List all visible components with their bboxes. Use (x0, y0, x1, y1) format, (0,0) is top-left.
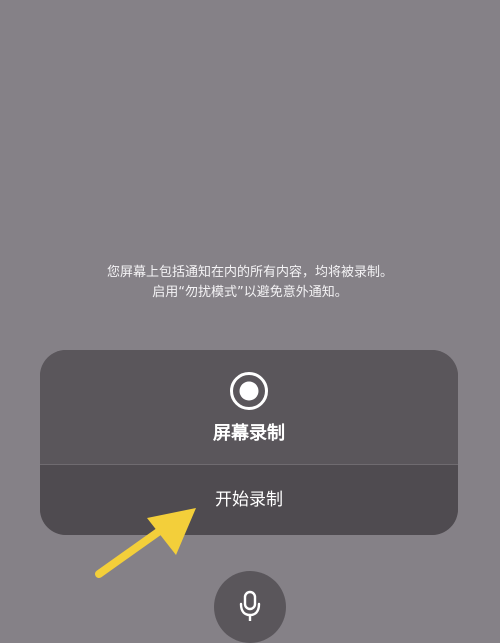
screen-recording-panel: 屏幕录制 开始录制 (40, 350, 458, 535)
recording-notice: 您屏幕上包括通知在内的所有内容，均将被录制。 启用“勿扰模式”以避免意外通知。 (0, 263, 500, 303)
start-recording-button[interactable]: 开始录制 (40, 465, 458, 535)
microphone-icon (239, 590, 261, 621)
record-icon (230, 372, 268, 410)
start-recording-label: 开始录制 (215, 489, 283, 510)
notice-line-1: 您屏幕上包括通知在内的所有内容，均将被录制。 (106, 265, 393, 280)
notice-line-2: 启用“勿扰模式”以避免意外通知。 (152, 285, 348, 300)
panel-title: 屏幕录制 (213, 423, 285, 444)
panel-header: 屏幕录制 (40, 350, 458, 464)
microphone-button[interactable] (214, 571, 286, 643)
